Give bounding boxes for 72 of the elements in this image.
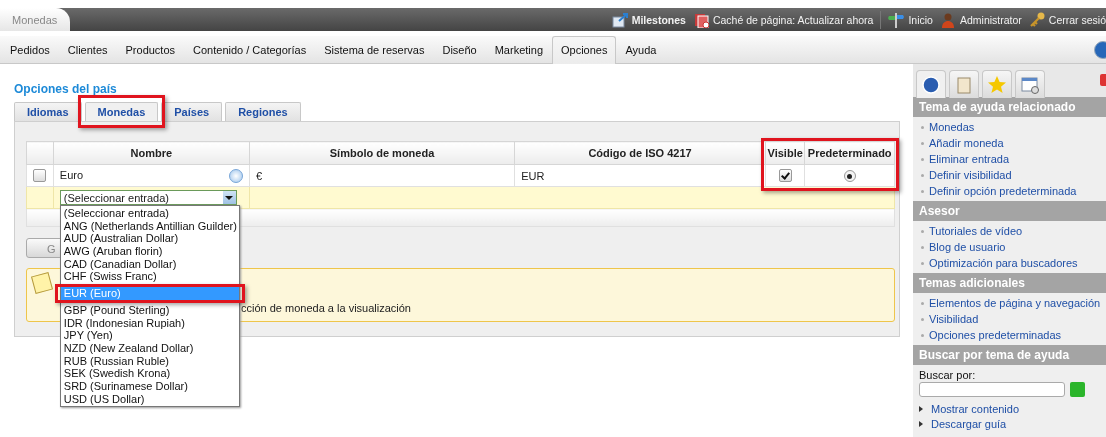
milestones-icon <box>611 11 628 28</box>
dropdown-option[interactable]: (Seleccionar entrada) <box>60 207 239 220</box>
table-cell: € <box>249 164 515 187</box>
help-link[interactable]: Añadir moneda <box>921 135 1106 151</box>
help-link[interactable]: Definir visibilidad <box>921 167 1106 183</box>
column-header: Código de ISO 4217 <box>514 141 766 165</box>
menu-tab[interactable]: Pedidos <box>1 43 59 64</box>
section-header: Tema de ayuda relacionado <box>913 97 1106 117</box>
dropdown-option[interactable]: JPY (Yen) <box>60 329 239 342</box>
column-header: Predeterminado <box>804 141 895 165</box>
menu-tab[interactable]: Opciones <box>552 36 617 64</box>
notice-text: cción de moneda a la visualización <box>241 302 411 316</box>
documents-icon <box>692 11 709 28</box>
search-field[interactable] <box>919 382 1065 397</box>
dropdown-option[interactable]: NZD (New Zealand Dollar) <box>60 341 239 355</box>
dropdown-option[interactable]: RUB (Russian Ruble) <box>60 354 239 368</box>
key-icon <box>1028 11 1045 28</box>
help-link[interactable]: Tutoriales de vídeo <box>921 223 1106 239</box>
section-header: Temas adicionales <box>913 273 1106 293</box>
menu-tab[interactable]: Productos <box>116 43 185 64</box>
help-link[interactable]: Visibilidad <box>921 311 1106 327</box>
logout-link[interactable]: Cerrar sesió <box>1028 11 1106 28</box>
dropdown-option[interactable]: SEK (Swedish Krona) <box>60 367 239 380</box>
help-link[interactable]: Opciones predeterminadas <box>921 327 1106 343</box>
action-link[interactable]: Mostrar contenido <box>919 401 1106 416</box>
radio-button[interactable] <box>843 170 856 183</box>
help-tab[interactable] <box>916 70 946 98</box>
dropdown-option[interactable]: CHF (Swiss Franc) <box>60 270 239 284</box>
column-header: Símbolo de moneda <box>249 141 515 165</box>
currency-dropdown[interactable]: (Seleccionar entrada) <box>59 190 237 205</box>
menu-tab[interactable]: Ayuda <box>616 43 666 64</box>
home-link[interactable]: Inicio <box>888 11 933 28</box>
table-cell: EUR <box>514 164 766 187</box>
milestones-link[interactable]: Milestones <box>611 11 686 28</box>
help-link[interactable]: Elementos de página y navegación <box>921 295 1106 311</box>
action-link[interactable]: Descargar guía <box>919 416 1106 431</box>
section-header: Asesor <box>913 201 1106 221</box>
section-title: Opciones del país <box>14 82 117 96</box>
sub-tab[interactable]: Regiones <box>225 102 301 121</box>
menu-tab[interactable]: Contenido / Categorías <box>184 43 316 64</box>
dropdown-option[interactable]: USD (US Dollar) <box>60 392 239 406</box>
dropdown-option[interactable]: ANG (Netherlands Antillian Guilder) <box>60 219 239 233</box>
help-link[interactable]: Eliminar entrada <box>921 151 1106 167</box>
menu-tab[interactable]: Sistema de reservas <box>315 43 434 64</box>
checkbox[interactable] <box>33 169 47 183</box>
dropdown-option[interactable]: IDR (Indonesian Rupiah) <box>60 316 239 330</box>
table-cell: Euro <box>59 168 84 181</box>
calendar-clock-icon <box>1020 74 1040 95</box>
menu-tab[interactable]: Marketing <box>485 43 552 64</box>
clipboard-icon <box>954 74 974 95</box>
user-icon <box>939 11 956 28</box>
menu-tab[interactable]: Clientes <box>58 43 117 64</box>
help-link[interactable]: Monedas <box>921 119 1106 135</box>
cache-link[interactable]: Caché de página: Actualizar ahora <box>692 11 874 28</box>
menu-tab[interactable]: Diseño <box>433 43 486 64</box>
dropdown-option[interactable]: SRD (Surinamese Dollar) <box>60 379 239 393</box>
field-label: Buscar por: <box>918 368 977 382</box>
section-header: Buscar por tema de ayuda <box>913 345 1106 365</box>
column-header: Visible <box>765 141 805 165</box>
help-link[interactable]: Definir opción predeterminada <box>921 183 1106 199</box>
sub-tab[interactable]: Monedas <box>84 102 159 121</box>
help-link[interactable]: Optimización para buscadores <box>921 255 1106 271</box>
dropdown-option[interactable]: GBP (Pound Sterling) <box>60 303 239 317</box>
help-tab[interactable] <box>1015 70 1045 98</box>
info-icon[interactable] <box>228 168 243 183</box>
user-link[interactable]: Administrator <box>939 11 1022 28</box>
help-link[interactable]: Blog de usuario <box>921 239 1106 255</box>
checkbox[interactable] <box>778 169 792 183</box>
signpost-icon <box>888 11 905 28</box>
star-icon <box>987 74 1007 95</box>
dropdown-option[interactable]: CAD (Canadian Dollar) <box>60 257 239 271</box>
column-header: Nombre <box>53 141 250 165</box>
